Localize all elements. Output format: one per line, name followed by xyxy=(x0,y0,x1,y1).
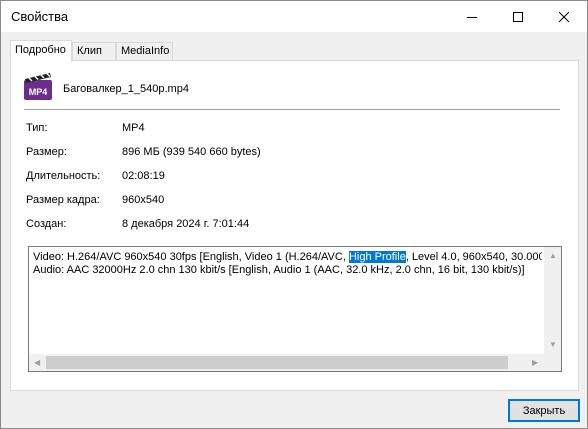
video-line-start: Video: H.264/AVC 960x540 30fps [English,… xyxy=(33,251,349,263)
created-value: 8 декабря 2024 г. 7:01:44 xyxy=(122,218,250,230)
close-window-button[interactable] xyxy=(541,1,587,32)
size-label: Размер: xyxy=(26,146,67,158)
scroll-up-icon[interactable]: ▲ xyxy=(549,252,557,260)
tab-clip[interactable]: Клип xyxy=(72,42,116,61)
horizontal-scrollbar[interactable]: ◀ ▶ xyxy=(29,354,544,371)
selected-text: High Profile xyxy=(348,251,406,263)
stream-info-textbox[interactable]: Video: H.264/AVC 960x540 30fps [English,… xyxy=(28,246,562,372)
minimize-button[interactable] xyxy=(449,1,495,32)
stream-info-text[interactable]: Video: H.264/AVC 960x540 30fps [English,… xyxy=(33,251,542,277)
duration-label: Длительность: xyxy=(26,170,101,182)
created-label: Создан: xyxy=(26,218,67,230)
scroll-right-icon[interactable]: ▶ xyxy=(532,359,538,367)
vertical-scrollbar[interactable]: ▲ ▼ xyxy=(544,247,561,354)
close-button[interactable]: Закрыть xyxy=(508,399,580,422)
duration-value: 02:08:19 xyxy=(122,170,165,182)
type-label: Тип: xyxy=(26,122,48,134)
mp4-icon-label: MP4 xyxy=(29,87,48,97)
maximize-button[interactable] xyxy=(495,1,541,32)
frame-size-value: 960x540 xyxy=(122,194,165,206)
tab-mediainfo[interactable]: MediaInfo xyxy=(116,42,173,61)
scrollbar-corner xyxy=(544,354,561,371)
video-line-end: , Level 4.0, 960x540, 30.000 xyxy=(405,251,542,263)
maximize-icon xyxy=(513,11,523,22)
divider xyxy=(24,109,560,110)
type-value: MP4 xyxy=(122,122,145,134)
minimize-icon xyxy=(467,16,477,18)
window-title: Свойства xyxy=(11,9,69,24)
properties-window: Свойства Подробно Клип MediaInfo MP4 Баг… xyxy=(0,0,588,429)
frame-size-label: Размер кадра: xyxy=(26,194,100,206)
details-panel: MP4 Баговалкер_1_540p.mp4 Тип: MP4 Разме… xyxy=(10,60,579,391)
file-name: Баговалкер_1_540p.mp4 xyxy=(63,83,189,95)
size-value: 896 МБ (939 540 660 bytes) xyxy=(122,146,261,158)
scroll-left-icon[interactable]: ◀ xyxy=(34,359,40,367)
horizontal-scroll-thumb[interactable] xyxy=(46,356,508,369)
close-icon xyxy=(559,11,569,22)
mp4-file-icon: MP4 xyxy=(24,73,52,100)
title-bar[interactable]: Свойства xyxy=(1,1,587,32)
tab-details[interactable]: Подробно xyxy=(10,40,72,62)
scroll-down-icon[interactable]: ▼ xyxy=(549,341,557,349)
audio-line: Audio: AAC 32000Hz 2.0 chn 130 kbit/s [E… xyxy=(33,264,525,276)
